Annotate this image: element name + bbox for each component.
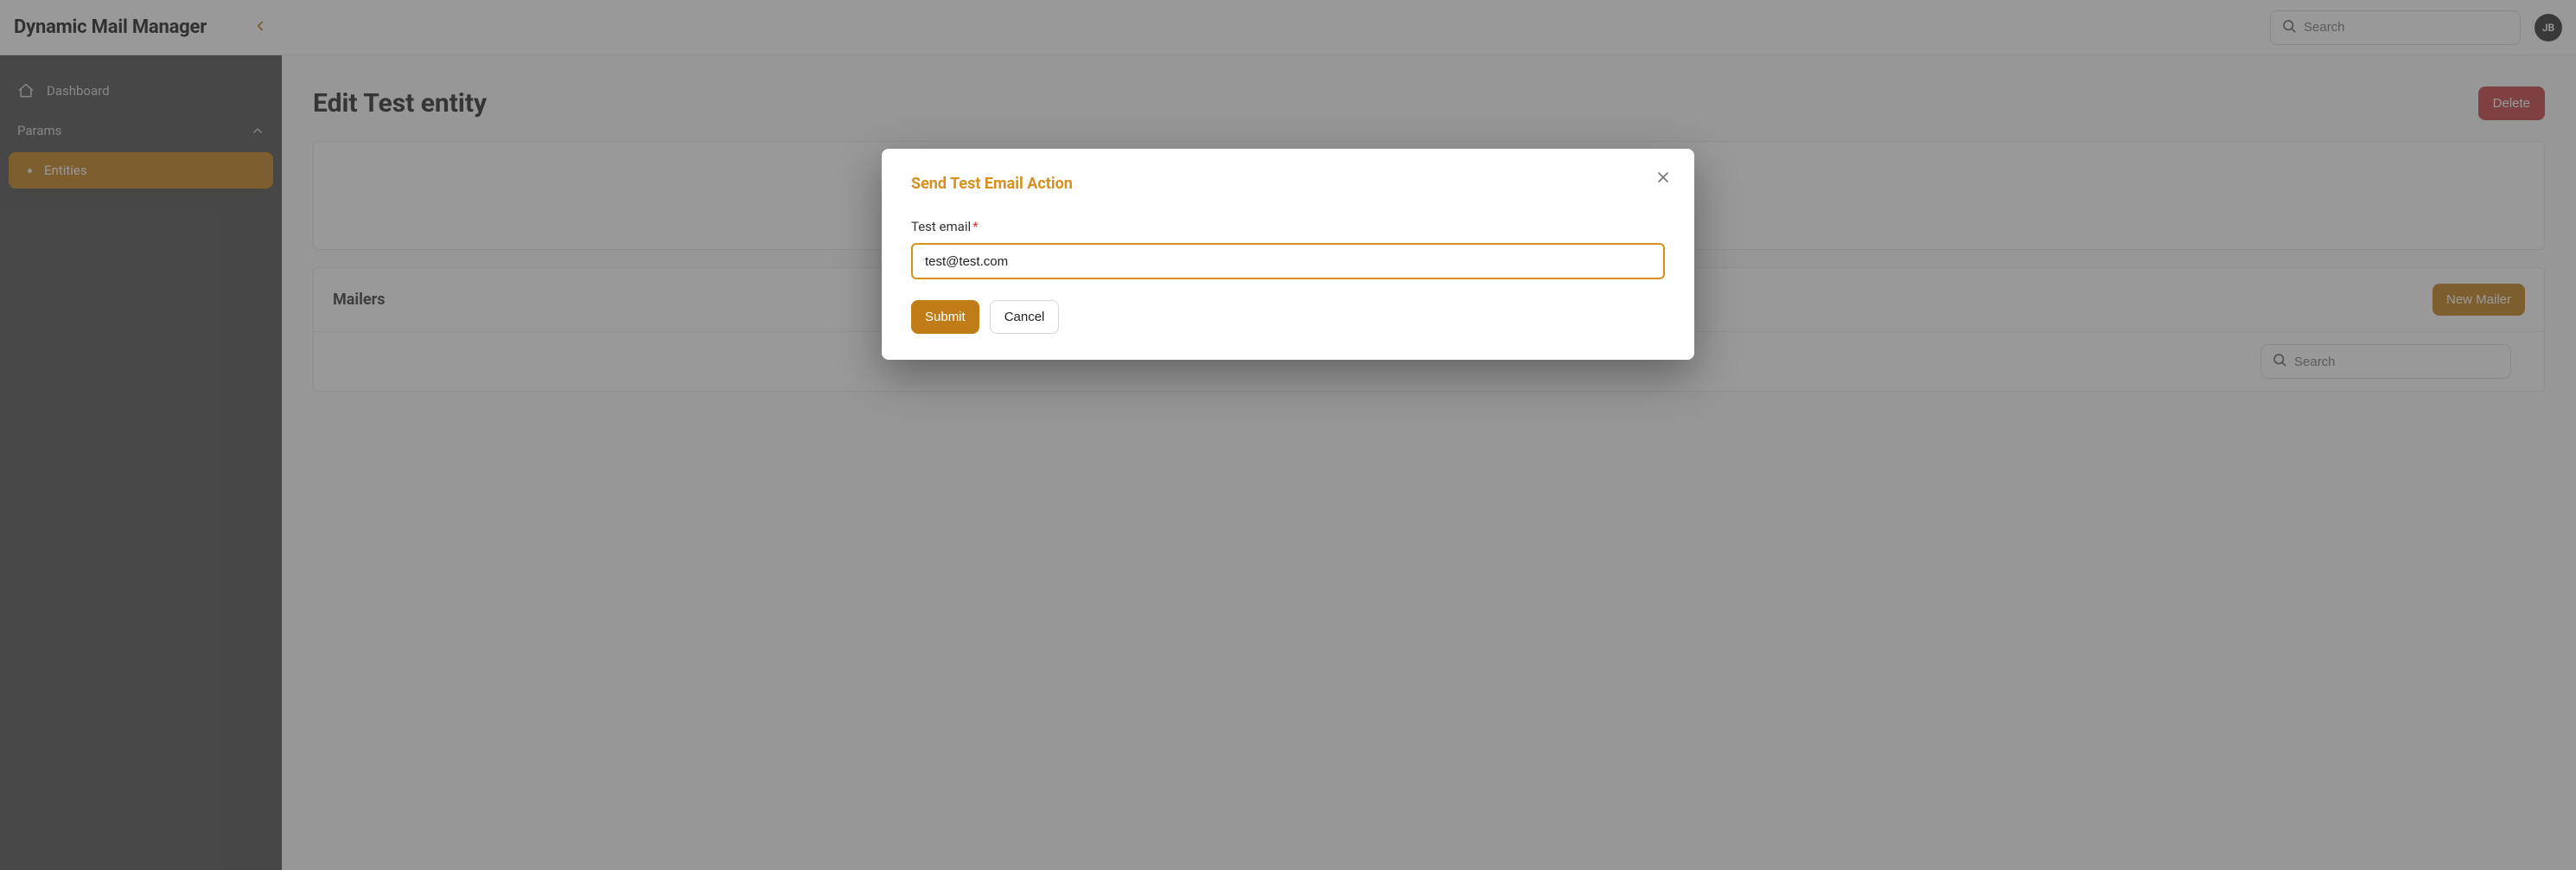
modal-actions: Submit Cancel (911, 300, 1665, 334)
test-email-label-text: Test email (911, 219, 971, 234)
modal-close-button[interactable] (1651, 166, 1675, 190)
cancel-button[interactable]: Cancel (990, 300, 1060, 334)
send-test-email-modal: Send Test Email Action Test email* Submi… (882, 149, 1694, 360)
close-icon (1655, 169, 1672, 189)
required-indicator: * (972, 219, 978, 234)
test-email-label: Test email* (911, 219, 1665, 234)
modal-overlay[interactable]: Send Test Email Action Test email* Submi… (0, 0, 2576, 870)
submit-button[interactable]: Submit (911, 300, 979, 334)
modal-title: Send Test Email Action (911, 175, 1665, 193)
test-email-input[interactable] (911, 243, 1665, 279)
